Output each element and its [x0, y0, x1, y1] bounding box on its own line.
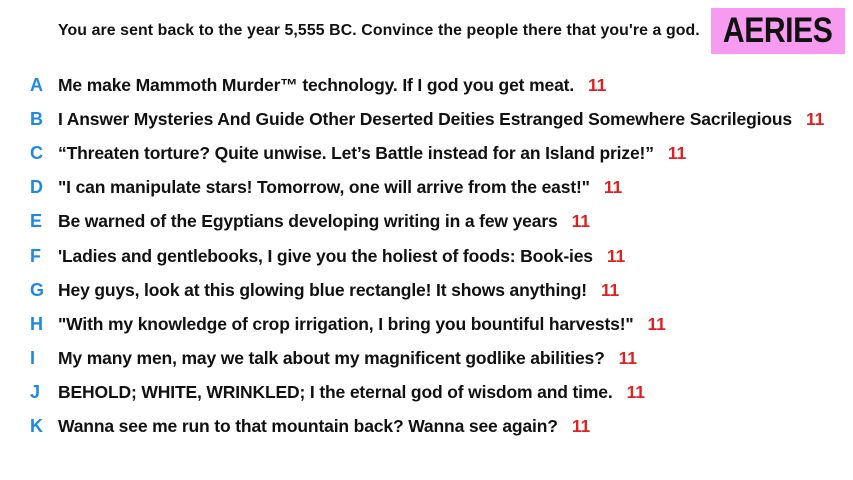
answer-text: “Threaten torture? Quite unwise. Let’s B…: [58, 142, 654, 163]
answer-text: Me make Mammoth Murder™ technology. If I…: [58, 74, 575, 95]
answer-score: 11: [571, 211, 590, 232]
answer-content: "With my knowledge of crop irrigation, I…: [58, 314, 666, 335]
answer-score: 11: [600, 279, 620, 300]
answer-row: K Wanna see me run to that mountain back…: [0, 410, 853, 444]
answer-score: 11: [603, 177, 623, 198]
answer-list: A Me make Mammoth Murder™ technology. If…: [0, 68, 853, 444]
answer-row: B I Answer Mysteries And Guide Other Des…: [0, 102, 853, 136]
answer-text: Be warned of the Egyptians developing wr…: [58, 211, 558, 232]
answer-content: Me make Mammoth Murder™ technology. If I…: [58, 75, 606, 96]
answer-text: I Answer Mysteries And Guide Other Deser…: [58, 108, 792, 129]
answer-text: "With my knowledge of crop irrigation, I…: [58, 313, 634, 334]
answer-score: 11: [626, 382, 645, 403]
answer-text: 'Ladies and gentlebooks, I give you the …: [58, 245, 593, 266]
team-badge: AERIES: [711, 8, 845, 54]
answer-score: 11: [805, 108, 825, 129]
answer-row: D "I can manipulate stars! Tomorrow, one…: [0, 171, 853, 205]
answer-letter: B: [30, 108, 43, 129]
answer-text: "I can manipulate stars! Tomorrow, one w…: [58, 177, 590, 198]
answer-text: Wanna see me run to that mountain back? …: [58, 416, 558, 437]
answer-letter: D: [30, 177, 43, 198]
answer-content: I Answer Mysteries And Guide Other Deser…: [58, 109, 824, 130]
answer-row: F 'Ladies and gentlebooks, I give you th…: [0, 239, 853, 273]
answer-content: My many men, may we talk about my magnif…: [58, 348, 637, 369]
team-name: AERIES: [723, 11, 833, 50]
answer-content: Hey guys, look at this glowing blue rect…: [58, 280, 619, 301]
answer-score: 11: [618, 348, 637, 369]
answer-content: “Threaten torture? Quite unwise. Let’s B…: [58, 143, 686, 164]
answer-score: 11: [606, 245, 626, 266]
answer-row: I My many men, may we talk about my magn…: [0, 342, 853, 376]
answer-letter: F: [30, 245, 41, 266]
answer-score: 11: [588, 74, 607, 95]
answer-letter: K: [30, 416, 43, 437]
answer-content: Be warned of the Egyptians developing wr…: [58, 211, 590, 232]
answer-content: Wanna see me run to that mountain back? …: [58, 416, 590, 437]
answer-letter: C: [30, 142, 43, 163]
answer-text: Hey guys, look at this glowing blue rect…: [58, 279, 587, 300]
answer-letter: A: [30, 74, 43, 95]
answer-score: 11: [571, 416, 591, 437]
prompt-text: You are sent back to the year 5,555 BC. …: [58, 22, 700, 39]
answer-score: 11: [667, 142, 687, 163]
answer-letter: H: [30, 313, 43, 334]
answer-letter: I: [30, 348, 36, 369]
answer-text: BEHOLD; WHITE, WRINKLED; I the eternal g…: [58, 382, 613, 403]
answer-row: J BEHOLD; WHITE, WRINKLED; I the eternal…: [0, 376, 853, 410]
answer-text: My many men, may we talk about my magnif…: [58, 348, 605, 369]
answer-row: A Me make Mammoth Murder™ technology. If…: [0, 68, 853, 102]
answer-row: C “Threaten torture? Quite unwise. Let’s…: [0, 136, 853, 170]
answer-letter: J: [30, 382, 41, 403]
answer-content: 'Ladies and gentlebooks, I give you the …: [58, 246, 625, 267]
answer-content: "I can manipulate stars! Tomorrow, one w…: [58, 177, 622, 198]
answer-content: BEHOLD; WHITE, WRINKLED; I the eternal g…: [58, 382, 645, 403]
answer-row: E Be warned of the Egyptians developing …: [0, 205, 853, 239]
answer-letter: E: [30, 211, 43, 232]
answer-score: 11: [647, 313, 666, 334]
answer-row: G Hey guys, look at this glowing blue re…: [0, 273, 853, 307]
answer-letter: G: [30, 279, 45, 300]
answer-row: H "With my knowledge of crop irrigation,…: [0, 307, 853, 341]
